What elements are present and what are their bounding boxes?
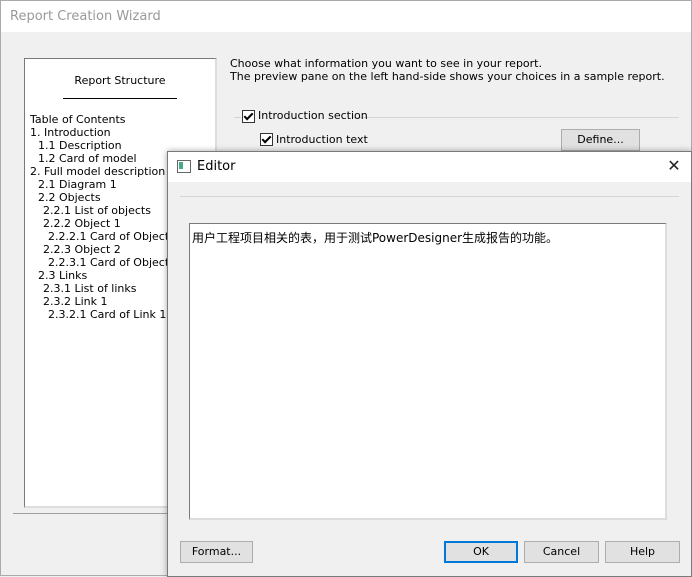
wizard-instructions: Choose what information you want to see … (230, 57, 680, 83)
group-box-line (234, 117, 241, 118)
editor-dialog: Editor ✕ 用户工程项目相关的表，用于测试PowerDesigner生成报… (167, 151, 692, 577)
editor-text-area[interactable]: 用户工程项目相关的表，用于测试PowerDesigner生成报告的功能。 (189, 223, 667, 520)
editor-title: Editor (197, 159, 236, 174)
group-box-line (353, 117, 679, 118)
instruction-line-2: The preview pane on the left hand-side s… (230, 70, 665, 83)
editor-window-icon (177, 160, 191, 173)
toc-item: 1. Introduction (30, 126, 111, 139)
toc-item: Table of Contents (30, 113, 126, 126)
introduction-section-checkbox[interactable] (242, 110, 255, 123)
wizard-separator (13, 513, 173, 514)
editor-title-bar: Editor ✕ (168, 152, 691, 182)
define-button[interactable]: Define... (561, 129, 640, 151)
ok-button[interactable]: OK (444, 541, 518, 563)
introduction-text-label: Introduction text (276, 133, 368, 146)
editor-content: 用户工程项目相关的表，用于测试PowerDesigner生成报告的功能。 (192, 231, 559, 245)
preview-divider (63, 98, 177, 99)
help-button[interactable]: Help (605, 541, 680, 563)
format-button[interactable]: Format... (180, 541, 253, 563)
wizard-title-bar: Report Creation Wizard (1, 1, 691, 32)
introduction-section-label: Introduction section (258, 109, 368, 122)
editor-frame-line (180, 196, 679, 197)
instruction-line-1: Choose what information you want to see … (230, 57, 542, 70)
preview-heading: Report Structure (74, 74, 166, 87)
introduction-text-checkbox[interactable] (260, 133, 273, 146)
close-icon[interactable]: ✕ (664, 157, 684, 175)
cancel-button[interactable]: Cancel (524, 541, 599, 563)
wizard-title: Report Creation Wizard (10, 9, 161, 24)
